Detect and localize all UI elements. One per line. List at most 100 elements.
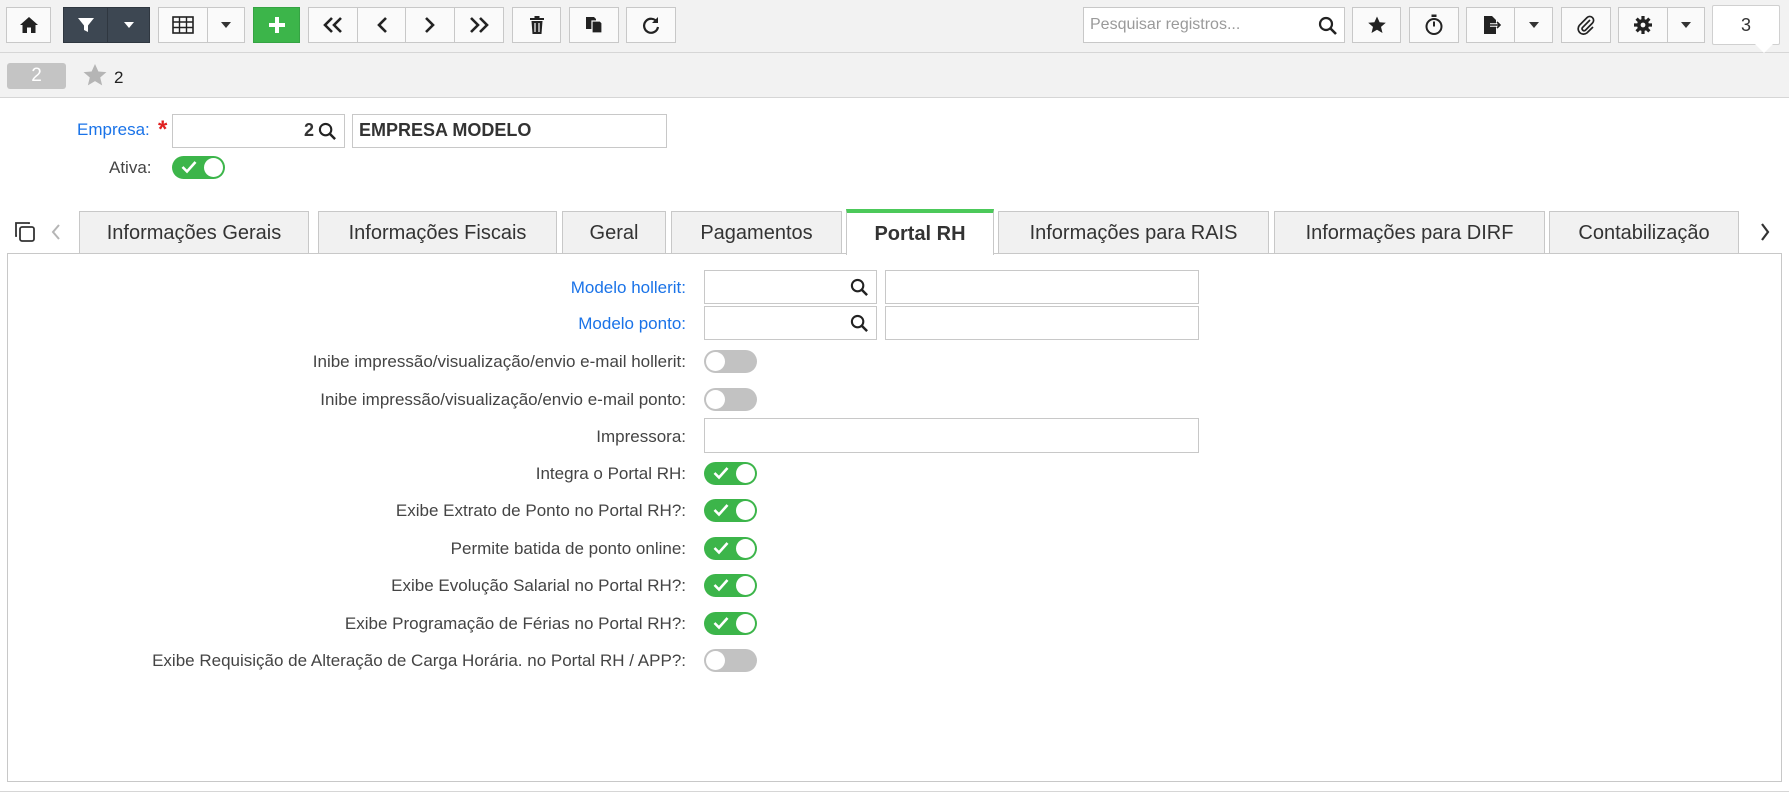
search-icon[interactable] — [318, 122, 337, 141]
stopwatch-icon — [1425, 14, 1443, 35]
modelo-ponto-code-field[interactable] — [704, 306, 877, 340]
search-icon[interactable] — [1318, 16, 1338, 36]
chevron-right-icon[interactable] — [1759, 222, 1771, 242]
favorite-count: 2 — [114, 68, 124, 87]
search-icon[interactable] — [850, 278, 869, 297]
check-icon — [181, 161, 197, 174]
refresh-button[interactable] — [626, 7, 676, 43]
star-icon[interactable] — [82, 62, 108, 88]
tab-informacoes-gerais[interactable]: Informações Gerais — [79, 211, 309, 254]
toggle-label-integra-portal-rh: Integra o Portal RH: — [535, 464, 686, 483]
tab-contabilizacao[interactable]: Contabilização — [1549, 211, 1739, 254]
home-icon — [19, 17, 38, 33]
ativa-toggle[interactable] — [172, 156, 225, 179]
toggle-integra-portal-rh[interactable] — [704, 462, 757, 485]
check-icon — [713, 617, 729, 630]
toggle-batida-online[interactable] — [704, 537, 757, 560]
toggle-knob — [736, 576, 755, 595]
filter-dropdown-button[interactable] — [107, 7, 150, 43]
settings-dropdown-button[interactable] — [1667, 7, 1705, 43]
search-icon[interactable] — [850, 314, 869, 333]
favorites-button[interactable] — [1352, 7, 1401, 43]
plus-icon — [268, 17, 285, 33]
empresa-label[interactable]: Empresa: — [77, 120, 150, 140]
search-box — [1083, 7, 1345, 43]
impressora-label: Impressora: — [596, 427, 686, 446]
toggle-label-batida-online: Permite batida de ponto online: — [450, 539, 686, 558]
toggle-knob — [736, 464, 755, 483]
impressora-field[interactable] — [704, 418, 1199, 453]
paperclip-icon — [1577, 15, 1595, 35]
toggle-label-extrato-ponto: Exibe Extrato de Ponto no Portal RH?: — [395, 501, 686, 520]
toggle-knob — [736, 614, 755, 633]
toggle-label-evolucao-salarial: Exibe Evolução Salarial no Portal RH?: — [391, 576, 686, 595]
last-record-button[interactable] — [454, 7, 504, 43]
toggle-requisicao-carga-horaria[interactable] — [704, 649, 757, 672]
toggle-knob — [736, 501, 755, 520]
tab-informacoes-fiscais[interactable]: Informações Fiscais — [318, 211, 557, 254]
toggle-programacao-ferias[interactable] — [704, 612, 757, 635]
grid-view-dropdown-button[interactable] — [207, 7, 245, 43]
export-dropdown-button[interactable] — [1514, 7, 1553, 43]
trash-icon — [529, 16, 544, 34]
first-record-button[interactable] — [308, 7, 358, 43]
toggle-inibe-hollerit[interactable] — [704, 350, 757, 373]
tab-bar: Informações Gerais Informações Fiscais G… — [0, 208, 1789, 255]
double-chevron-left-icon — [323, 17, 342, 33]
star-icon — [1367, 16, 1386, 33]
toggle-knob — [706, 352, 725, 371]
copy-button[interactable] — [569, 7, 619, 43]
tab-geral[interactable]: Geral — [562, 211, 666, 254]
empresa-name-value: EMPRESA MODELO — [359, 120, 532, 140]
modelo-ponto-description-field[interactable] — [885, 306, 1199, 340]
caret-down-icon — [1528, 22, 1539, 28]
toggle-label-inibe-ponto: Inibe impressão/visualização/envio e-mai… — [320, 390, 686, 409]
check-icon — [713, 579, 729, 592]
record-bar: 2 2 — [0, 53, 1789, 98]
tab-pagamentos[interactable]: Pagamentos — [671, 211, 842, 254]
tab-informacoes-dirf[interactable]: Informações para DIRF — [1274, 211, 1545, 254]
next-record-button[interactable] — [405, 7, 455, 43]
modelo-hollerit-label[interactable]: Modelo hollerit: — [571, 278, 686, 298]
settings-button[interactable] — [1618, 7, 1668, 43]
check-icon — [713, 504, 729, 517]
toggle-inibe-ponto[interactable] — [704, 388, 757, 411]
toggle-label-inibe-hollerit: Inibe impressão/visualização/envio e-mai… — [312, 352, 686, 371]
empresa-code-value: 2 — [303, 120, 314, 140]
export-button[interactable] — [1466, 7, 1515, 43]
modelo-hollerit-description-field[interactable] — [885, 270, 1199, 304]
tab-portal-rh[interactable]: Portal RH — [846, 209, 994, 255]
chevron-right-icon — [425, 17, 435, 33]
record-counter[interactable]: 3 — [1712, 5, 1780, 53]
toggle-knob — [204, 158, 223, 177]
toggle-evolucao-salarial[interactable] — [704, 574, 757, 597]
toggle-knob — [706, 390, 725, 409]
toggle-knob — [706, 651, 725, 670]
duplicate-window-icon[interactable] — [13, 220, 37, 244]
grid-view-button[interactable] — [158, 7, 208, 43]
modelo-ponto-label[interactable]: Modelo ponto: — [578, 314, 686, 334]
home-button[interactable] — [6, 7, 51, 43]
required-marker: * — [158, 116, 168, 143]
copy-icon — [586, 17, 603, 34]
toggle-label-requisicao-carga-horaria: Exibe Requisição de Alteração de Carga H… — [152, 651, 686, 670]
add-record-button[interactable] — [253, 7, 300, 43]
modelo-hollerit-code-field[interactable] — [704, 270, 877, 304]
toggle-label-programacao-ferias: Exibe Programação de Férias no Portal RH… — [344, 614, 686, 633]
filter-icon — [77, 18, 94, 32]
empresa-name-field[interactable]: EMPRESA MODELO — [352, 114, 667, 148]
gear-icon — [1634, 16, 1652, 34]
tab-informacoes-rais[interactable]: Informações para RAIS — [998, 211, 1269, 254]
previous-record-button[interactable] — [357, 7, 406, 43]
record-badge[interactable]: 2 — [7, 63, 66, 89]
delete-button[interactable] — [512, 7, 561, 43]
filter-button[interactable] — [63, 7, 108, 43]
toggle-extrato-ponto[interactable] — [704, 499, 757, 522]
attachments-button[interactable] — [1561, 7, 1611, 43]
toggle-knob — [736, 539, 755, 558]
empresa-code-field[interactable]: 2 — [172, 114, 345, 148]
chevron-left-icon[interactable] — [50, 223, 62, 241]
search-input[interactable] — [1084, 8, 1314, 42]
timer-button[interactable] — [1409, 7, 1459, 43]
double-chevron-right-icon — [470, 17, 489, 33]
